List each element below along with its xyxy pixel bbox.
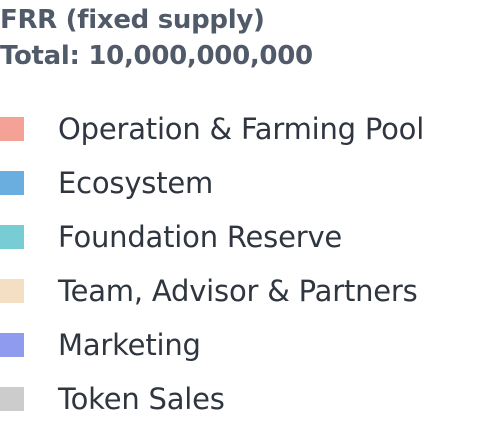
legend-label-marketing: Marketing [58,328,201,362]
legend-swatch-marketing [0,333,24,357]
legend-swatch-operation-farming-pool [0,117,24,141]
legend-item-operation-farming-pool: Operation & Farming Pool [0,102,477,156]
legend-label-foundation-reserve: Foundation Reserve [58,220,343,254]
token-allocation-legend-panel: FRR (fixed supply) Total: 10,000,000,000… [0,0,477,418]
legend-label-token-sales: Token Sales [58,382,225,416]
legend-swatch-team-advisor-partners [0,279,24,303]
supply-title: FRR (fixed supply) [0,5,265,35]
legend-item-ecosystem: Ecosystem [0,156,477,210]
legend-label-operation-farming-pool: Operation & Farming Pool [58,112,425,146]
legend-swatch-foundation-reserve [0,225,24,249]
supply-heading: FRR (fixed supply) Total: 10,000,000,000 [0,2,313,74]
legend-label-ecosystem: Ecosystem [58,166,214,200]
allocation-legend: Operation & Farming Pool Ecosystem Found… [0,102,477,426]
total-supply: Total: 10,000,000,000 [0,41,313,71]
legend-label-team-advisor-partners: Team, Advisor & Partners [58,274,418,308]
legend-swatch-ecosystem [0,171,24,195]
legend-item-team-advisor-partners: Team, Advisor & Partners [0,264,477,318]
legend-item-foundation-reserve: Foundation Reserve [0,210,477,264]
legend-swatch-token-sales [0,387,24,411]
legend-item-marketing: Marketing [0,318,477,372]
